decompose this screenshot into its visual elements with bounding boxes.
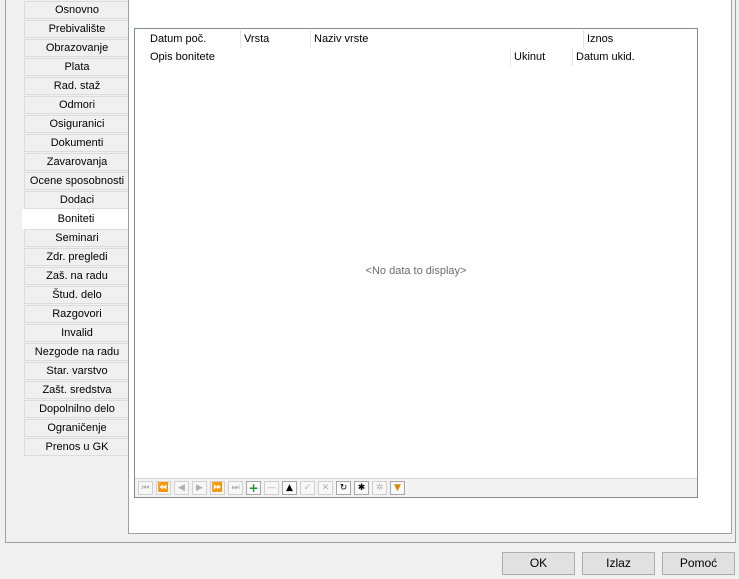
goto-bookmark-icon[interactable]: ✲ (372, 481, 387, 495)
exit-button[interactable]: Izlaz (582, 552, 655, 575)
column-vrsta[interactable]: Vrsta (241, 30, 311, 48)
tab-11[interactable]: Boniteti (22, 209, 129, 229)
grid-header-row-1: Datum poč. Vrsta Naziv vrste Iznos (135, 30, 697, 48)
edit-icon[interactable]: ▲ (282, 481, 297, 495)
delete-icon[interactable]: — (264, 481, 279, 495)
grid-header-row-2: Opis bonitete Ukinut Datum ukid. (135, 48, 697, 66)
tab-17[interactable]: Invalid (24, 324, 129, 342)
next-page-icon[interactable]: ⏩ (210, 481, 225, 495)
refresh-icon[interactable]: ↻ (336, 481, 351, 495)
tab-7[interactable]: Dokumenti (24, 134, 129, 152)
insert-icon[interactable]: + (246, 481, 261, 495)
column-datum-poc[interactable]: Datum poč. (147, 30, 241, 48)
tab-21[interactable]: Dopolnilno delo (24, 400, 129, 418)
ok-button[interactable]: OK (502, 552, 575, 575)
next-record-icon[interactable]: ▶ (192, 481, 207, 495)
tab-1[interactable]: Prebivalište (24, 20, 129, 38)
prev-record-icon[interactable]: ◀ (174, 481, 189, 495)
help-button[interactable]: Pomoć (662, 552, 735, 575)
last-page-icon[interactable]: ⏭ (228, 481, 243, 495)
tab-5[interactable]: Odmori (24, 96, 129, 114)
column-ukinut[interactable]: Ukinut (511, 48, 573, 66)
tab-9[interactable]: Ocene sposobnosti (24, 172, 129, 190)
tab-10[interactable]: Dodaci (24, 191, 129, 209)
tab-2[interactable]: Obrazovanje (24, 39, 129, 57)
first-page-icon[interactable]: ⏮ (138, 481, 153, 495)
tab-3[interactable]: Plata (24, 58, 129, 76)
prev-page-icon[interactable]: ⏪ (156, 481, 171, 495)
tab-4[interactable]: Rad. staž (24, 77, 129, 95)
tab-18[interactable]: Nezgode na radu (24, 343, 129, 361)
column-datum-ukid[interactable]: Datum ukid. (573, 48, 696, 66)
tab-8[interactable]: Zavarovanja (24, 153, 129, 171)
column-opis-bonitete[interactable]: Opis bonitete (147, 48, 511, 66)
filter-icon[interactable]: ▼ (390, 481, 405, 495)
tab-12[interactable]: Seminari (24, 229, 129, 247)
boniteti-grid[interactable]: Datum poč. Vrsta Naziv vrste Iznos Opis … (134, 28, 698, 498)
no-data-text: <No data to display> (365, 265, 467, 277)
cancel-icon[interactable]: ✕ (318, 481, 333, 495)
tab-23[interactable]: Prenos u GK (24, 438, 129, 456)
bookmark-icon[interactable]: ✱ (354, 481, 369, 495)
tab-22[interactable]: Ograničenje (24, 419, 129, 437)
tab-19[interactable]: Star. varstvo (24, 362, 129, 380)
tab-0[interactable]: Osnovno (24, 1, 129, 19)
tab-list: Osnovno Prebivalište Obrazovanje Plata Rad. … (22, 1, 129, 457)
tab-15[interactable]: Štud. delo (24, 286, 129, 304)
tab-14[interactable]: Zaš. na radu (24, 267, 129, 285)
tab-20[interactable]: Zašt. sredstva (24, 381, 129, 399)
column-iznos[interactable]: Iznos (584, 30, 696, 48)
tab-6[interactable]: Osiguranici (24, 115, 129, 133)
tab-16[interactable]: Razgovori (24, 305, 129, 323)
column-naziv-vrste[interactable]: Naziv vrste (311, 30, 584, 48)
grid-navigator: ⏮ ⏪ ◀ ▶ ⏩ ⏭ + — ▲ ✓ ✕ ↻ ✱ ✲ ▼ (135, 478, 697, 497)
tab-13[interactable]: Zdr. pregledi (24, 248, 129, 266)
button-bar: OK Izlaz Pomoć (0, 549, 739, 579)
post-icon[interactable]: ✓ (300, 481, 315, 495)
